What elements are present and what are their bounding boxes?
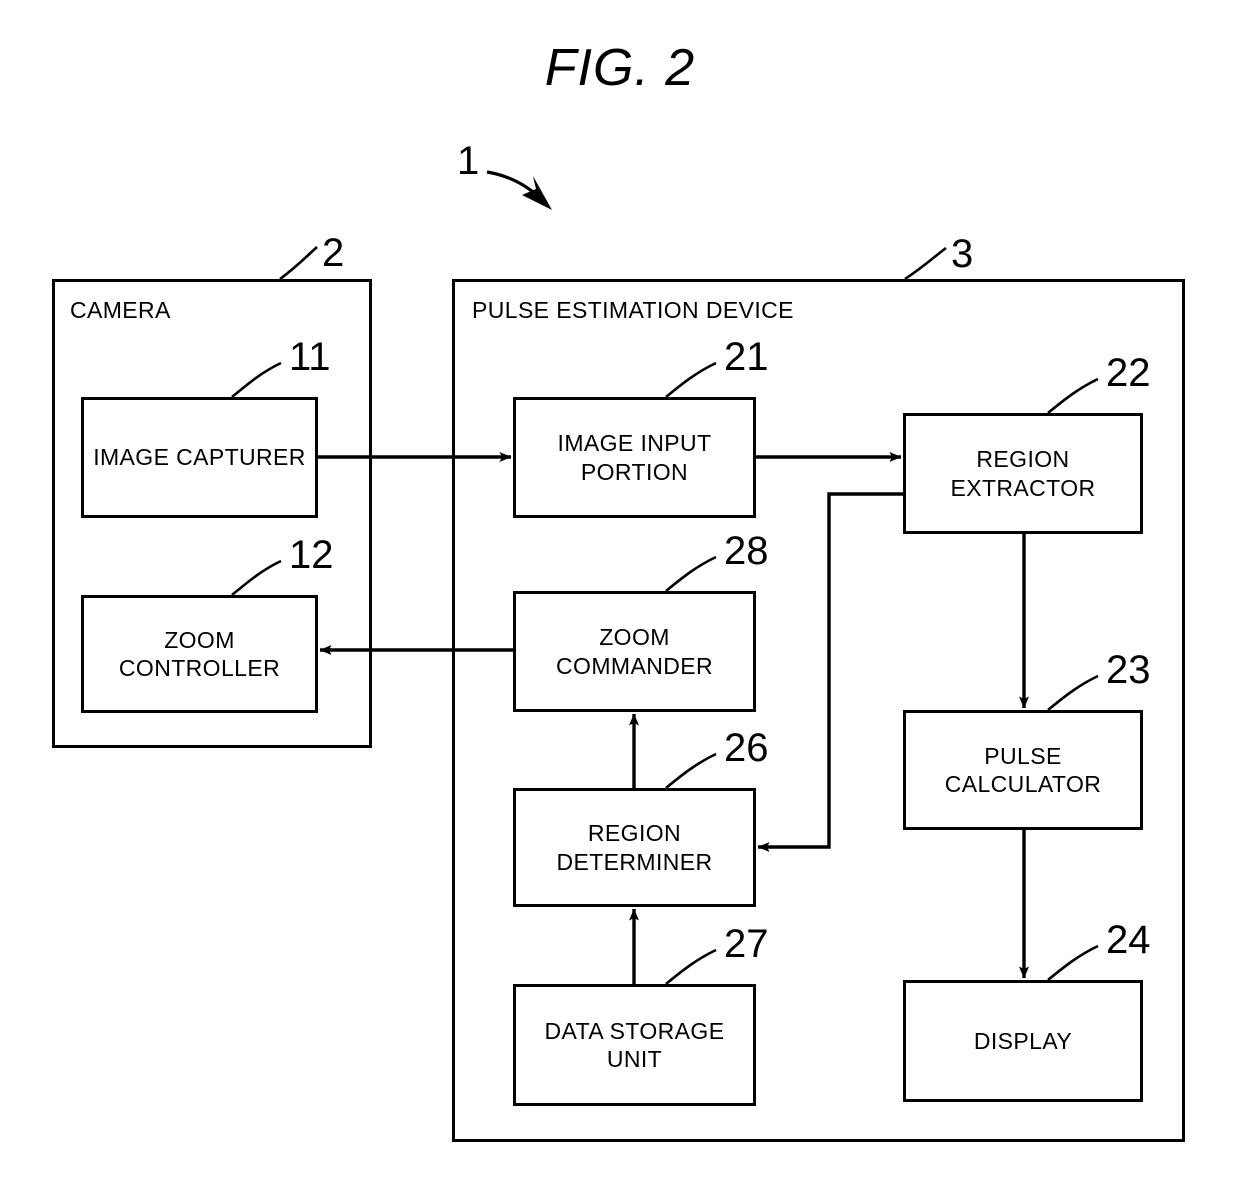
reference-numeral-region-determiner: 26 xyxy=(724,726,769,770)
pulse-calculator-label-line2: CALCULATOR xyxy=(944,771,1102,797)
display-label: DISPLAY xyxy=(973,1027,1073,1054)
reference-numeral-region-extractor: 22 xyxy=(1106,351,1151,395)
zoom-commander-label: ZOOM COMMANDER xyxy=(556,623,713,679)
display-block[interactable]: DISPLAY xyxy=(903,980,1143,1102)
region-determiner-block[interactable]: REGION DETERMINER xyxy=(513,788,756,907)
image-capturer-block[interactable]: IMAGE CAPTURER xyxy=(81,397,318,518)
patent-figure: FIG. 2 CAMERA PULSE ESTIMATION DEVICE IM… xyxy=(0,0,1240,1193)
region-determiner-label-line2: DETERMINER xyxy=(556,848,713,875)
image-input-portion-label-line1: IMAGE INPUT xyxy=(557,430,712,457)
pulse-calculator-label-line1: PULSE xyxy=(984,742,1062,769)
image-input-portion-label: IMAGE INPUT PORTION xyxy=(558,429,712,485)
region-extractor-label: REGION EXTRACTOR xyxy=(950,445,1095,501)
reference-numeral-zoom-commander: 28 xyxy=(724,529,769,573)
zoom-commander-label-line1: ZOOM xyxy=(599,624,670,651)
zoom-controller-label-line1: ZOOM xyxy=(164,626,235,653)
reference-numeral-system: 1 xyxy=(457,139,480,183)
data-storage-unit-block[interactable]: DATA STORAGE UNIT xyxy=(513,984,756,1106)
data-storage-unit-label-line2: UNIT xyxy=(606,1046,663,1072)
reference-numeral-display: 24 xyxy=(1106,918,1151,962)
pulse-estimation-device-label: PULSE ESTIMATION DEVICE xyxy=(472,297,794,323)
reference-numeral-zoom-controller: 12 xyxy=(289,533,334,577)
region-determiner-label: REGION DETERMINER xyxy=(556,819,712,875)
pulse-calculator-block[interactable]: PULSE CALCULATOR xyxy=(903,710,1143,830)
zoom-controller-block[interactable]: ZOOM CONTROLLER xyxy=(81,595,318,713)
region-extractor-label-line2: EXTRACTOR xyxy=(950,474,1096,501)
image-input-portion-block[interactable]: IMAGE INPUT PORTION xyxy=(513,397,756,518)
region-extractor-block[interactable]: REGION EXTRACTOR xyxy=(903,413,1143,534)
system-leader-arrow xyxy=(486,170,552,210)
zoom-commander-label-line2: COMMANDER xyxy=(556,652,713,679)
zoom-controller-label-line2: CONTROLLER xyxy=(118,655,281,681)
reference-numeral-image-capturer: 11 xyxy=(289,335,331,379)
reference-numeral-data-storage-unit: 27 xyxy=(724,922,769,966)
region-determiner-label-line1: REGION xyxy=(587,820,682,847)
region-extractor-label-line1: REGION xyxy=(976,446,1070,473)
data-storage-unit-label: DATA STORAGE UNIT xyxy=(545,1017,725,1073)
pulse-calculator-label: PULSE CALCULATOR xyxy=(945,742,1102,798)
image-capturer-label: IMAGE CAPTURER xyxy=(93,444,306,471)
reference-numeral-device: 3 xyxy=(951,232,974,276)
reference-numeral-camera: 2 xyxy=(322,231,345,275)
image-input-portion-label-line2: PORTION xyxy=(580,458,689,485)
camera-label: CAMERA xyxy=(70,297,171,323)
reference-numeral-pulse-calculator: 23 xyxy=(1106,648,1151,692)
data-storage-unit-label-line1: DATA STORAGE xyxy=(544,1017,725,1044)
zoom-controller-label: ZOOM CONTROLLER xyxy=(119,626,280,682)
reference-numeral-image-input-portion: 21 xyxy=(724,335,769,379)
zoom-commander-block[interactable]: ZOOM COMMANDER xyxy=(513,591,756,712)
